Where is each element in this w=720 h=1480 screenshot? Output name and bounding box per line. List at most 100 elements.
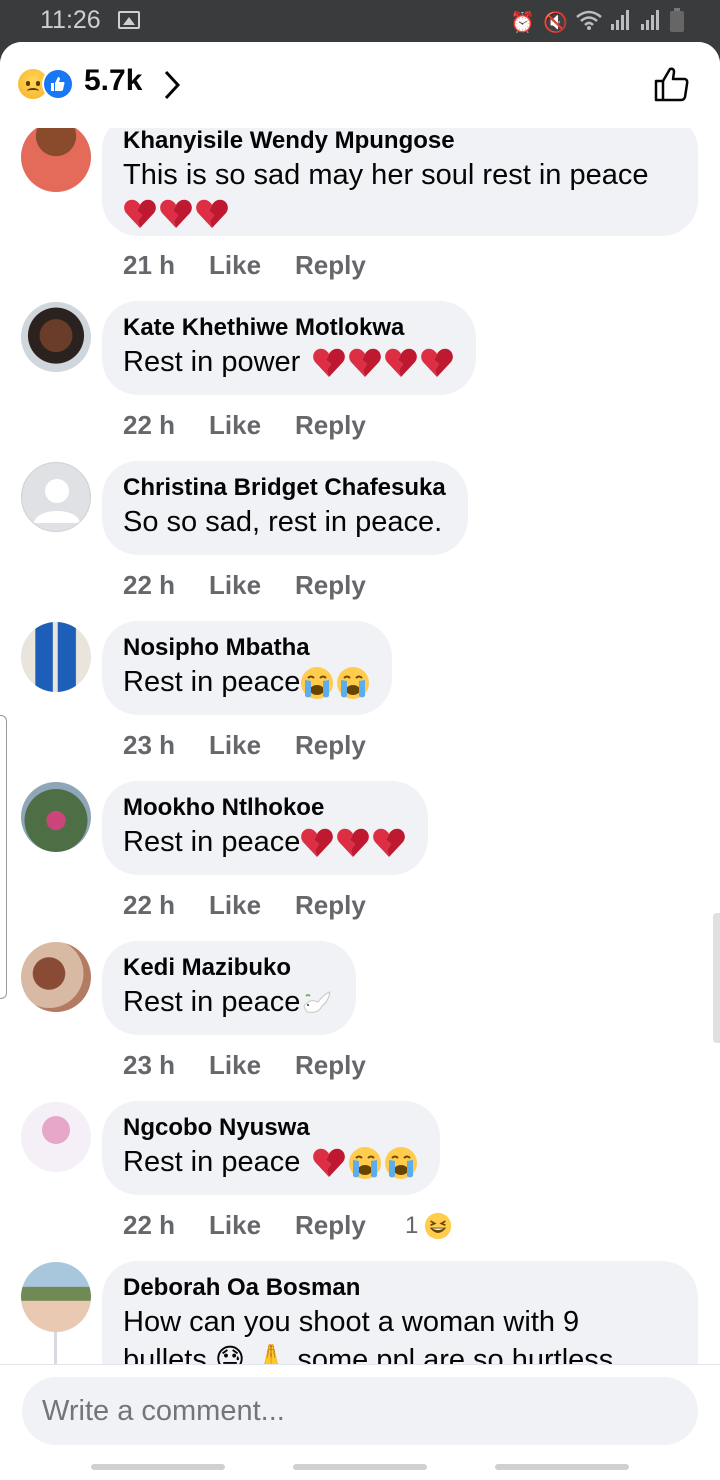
comment-author[interactable]: Christina Bridget Chafesuka (123, 473, 446, 503)
comment-author[interactable]: Deborah Oa Bosman (123, 1273, 676, 1303)
avatar[interactable] (21, 1102, 91, 1172)
comment-time[interactable]: 22 h (123, 570, 209, 601)
comment-time[interactable]: 22 h (123, 890, 209, 921)
comment-author[interactable]: Kedi Mazibuko (123, 953, 334, 983)
reply-link[interactable]: Reply (295, 410, 405, 441)
comment-actions: 22 h Like Reply 1 (123, 1210, 452, 1241)
reaction-icons[interactable] (18, 68, 78, 100)
comment-text: This is so sad may her soul rest in peac… (123, 156, 676, 194)
comment-text: So so sad, rest in peace. (123, 506, 443, 538)
signal-icon-2 (640, 10, 662, 36)
comment-time[interactable]: 23 h (123, 1050, 209, 1081)
broken-heart-icon (337, 829, 370, 858)
emoji-row (300, 826, 406, 860)
gallery-icon (118, 11, 140, 29)
comment-text: Rest in power (123, 343, 454, 381)
navigation-bar (0, 1454, 720, 1480)
like-link[interactable]: Like (209, 250, 295, 281)
dove-icon (303, 991, 331, 1014)
reply-link[interactable]: Reply (295, 730, 405, 761)
crying-face-icon (301, 667, 334, 700)
comment-bubble[interactable]: Christina Bridget Chafesuka So so sad, r… (102, 461, 468, 555)
comment-text-content: This is so sad may her soul rest in peac… (123, 159, 649, 191)
reply-link[interactable]: Reply (295, 1210, 405, 1241)
nav-pill-left[interactable] (91, 1464, 225, 1470)
chevron-right-icon[interactable] (160, 68, 184, 102)
comments-sheet: Khanyisile Wendy Mpungose This is so sad… (0, 42, 720, 1480)
comment-bubble[interactable]: Nosipho Mbatha Rest in peace (102, 621, 393, 715)
reply-link[interactable]: Reply (295, 890, 405, 921)
emoji-row (300, 666, 370, 700)
comment-actions: 23 h Like Reply (123, 1050, 405, 1081)
scrollbar[interactable] (713, 913, 720, 1043)
status-bar: 11:26 ⏰ 🔇 (0, 0, 720, 44)
nav-pill-center[interactable] (293, 1464, 427, 1470)
status-time: 11:26 (40, 6, 101, 34)
avatar[interactable] (21, 1262, 91, 1332)
avatar[interactable] (21, 782, 91, 852)
crying-face-icon (349, 1147, 382, 1180)
like-link[interactable]: Like (209, 1050, 295, 1081)
reaction-count: 1 (405, 1211, 419, 1239)
broken-heart-icon (124, 200, 156, 229)
reaction-count[interactable]: 5.7k (84, 64, 142, 98)
comment-actions: 23 h Like Reply (123, 730, 405, 761)
avatar[interactable] (21, 122, 91, 192)
comment-text-content: Rest in power (123, 346, 301, 378)
comment-time[interactable]: 22 h (123, 410, 209, 441)
signal-icon-1 (610, 10, 632, 36)
comment-bubble[interactable]: Ngcobo Nyuswa Rest in peace (102, 1101, 441, 1195)
laughing-face-icon (425, 1212, 452, 1239)
like-link[interactable]: Like (209, 730, 295, 761)
broken-heart-icon (313, 349, 346, 378)
comment-actions: 22 h Like Reply (123, 890, 405, 921)
comment-author[interactable]: Kate Khethiwe Motlokwa (123, 313, 454, 343)
comment-author[interactable]: Mookho Ntlhokoe (123, 793, 406, 823)
like-link[interactable]: Like (209, 570, 295, 601)
broken-heart-icon (196, 200, 228, 229)
like-link[interactable]: Like (209, 890, 295, 921)
status-icons: ⏰ 🔇 (510, 8, 684, 38)
comment-bubble[interactable]: Mookho Ntlhokoe Rest in peace (102, 781, 429, 875)
broken-heart-icon (313, 1149, 346, 1178)
emoji-row (300, 986, 334, 1020)
broken-heart-icon (421, 349, 454, 378)
like-outline-icon[interactable] (652, 64, 692, 104)
avatar[interactable] (21, 462, 91, 532)
default-avatar-icon (34, 479, 80, 523)
comment-actions: 22 h Like Reply (123, 410, 405, 441)
comment-time[interactable]: 21 h (123, 250, 209, 281)
comment-bubble[interactable]: Kedi Mazibuko Rest in peace (102, 941, 357, 1035)
crying-face-icon (337, 667, 370, 700)
battery-icon (670, 8, 684, 38)
edge-panel-handle[interactable] (0, 715, 7, 999)
avatar[interactable] (21, 942, 91, 1012)
reply-link[interactable]: Reply (295, 250, 405, 281)
mute-icon: 🔇 (543, 12, 568, 34)
comment-bubble[interactable]: Kate Khethiwe Motlokwa Rest in power (102, 301, 477, 395)
nav-pill-right[interactable] (495, 1464, 629, 1470)
comment-input[interactable] (22, 1377, 698, 1445)
comment-text: Rest in peace (123, 1143, 418, 1181)
broken-heart-icon (373, 829, 406, 858)
crying-face-icon (385, 1147, 418, 1180)
comment-author[interactable]: Nosipho Mbatha (123, 633, 370, 663)
broken-heart-icon (385, 349, 418, 378)
reaction-summary[interactable]: 1 (405, 1212, 452, 1240)
comment-author[interactable]: Ngcobo Nyuswa (123, 1113, 418, 1143)
emoji-row (123, 197, 229, 231)
avatar[interactable] (21, 302, 91, 372)
comment-author[interactable]: Khanyisile Wendy Mpungose (123, 126, 676, 156)
reply-link[interactable]: Reply (295, 570, 405, 601)
reply-link[interactable]: Reply (295, 1050, 405, 1081)
comment-bubble[interactable]: Khanyisile Wendy Mpungose This is so sad… (102, 114, 698, 236)
like-link[interactable]: Like (209, 410, 295, 441)
comment-time[interactable]: 23 h (123, 730, 209, 761)
comment-text: Rest in peace (123, 823, 406, 861)
comment-time[interactable]: 22 h (123, 1210, 209, 1241)
like-reaction-icon (42, 68, 74, 100)
comment-actions: 22 h Like Reply (123, 570, 405, 601)
comment-actions: 21 h Like Reply (123, 250, 405, 281)
avatar[interactable] (21, 622, 91, 692)
like-link[interactable]: Like (209, 1210, 295, 1241)
